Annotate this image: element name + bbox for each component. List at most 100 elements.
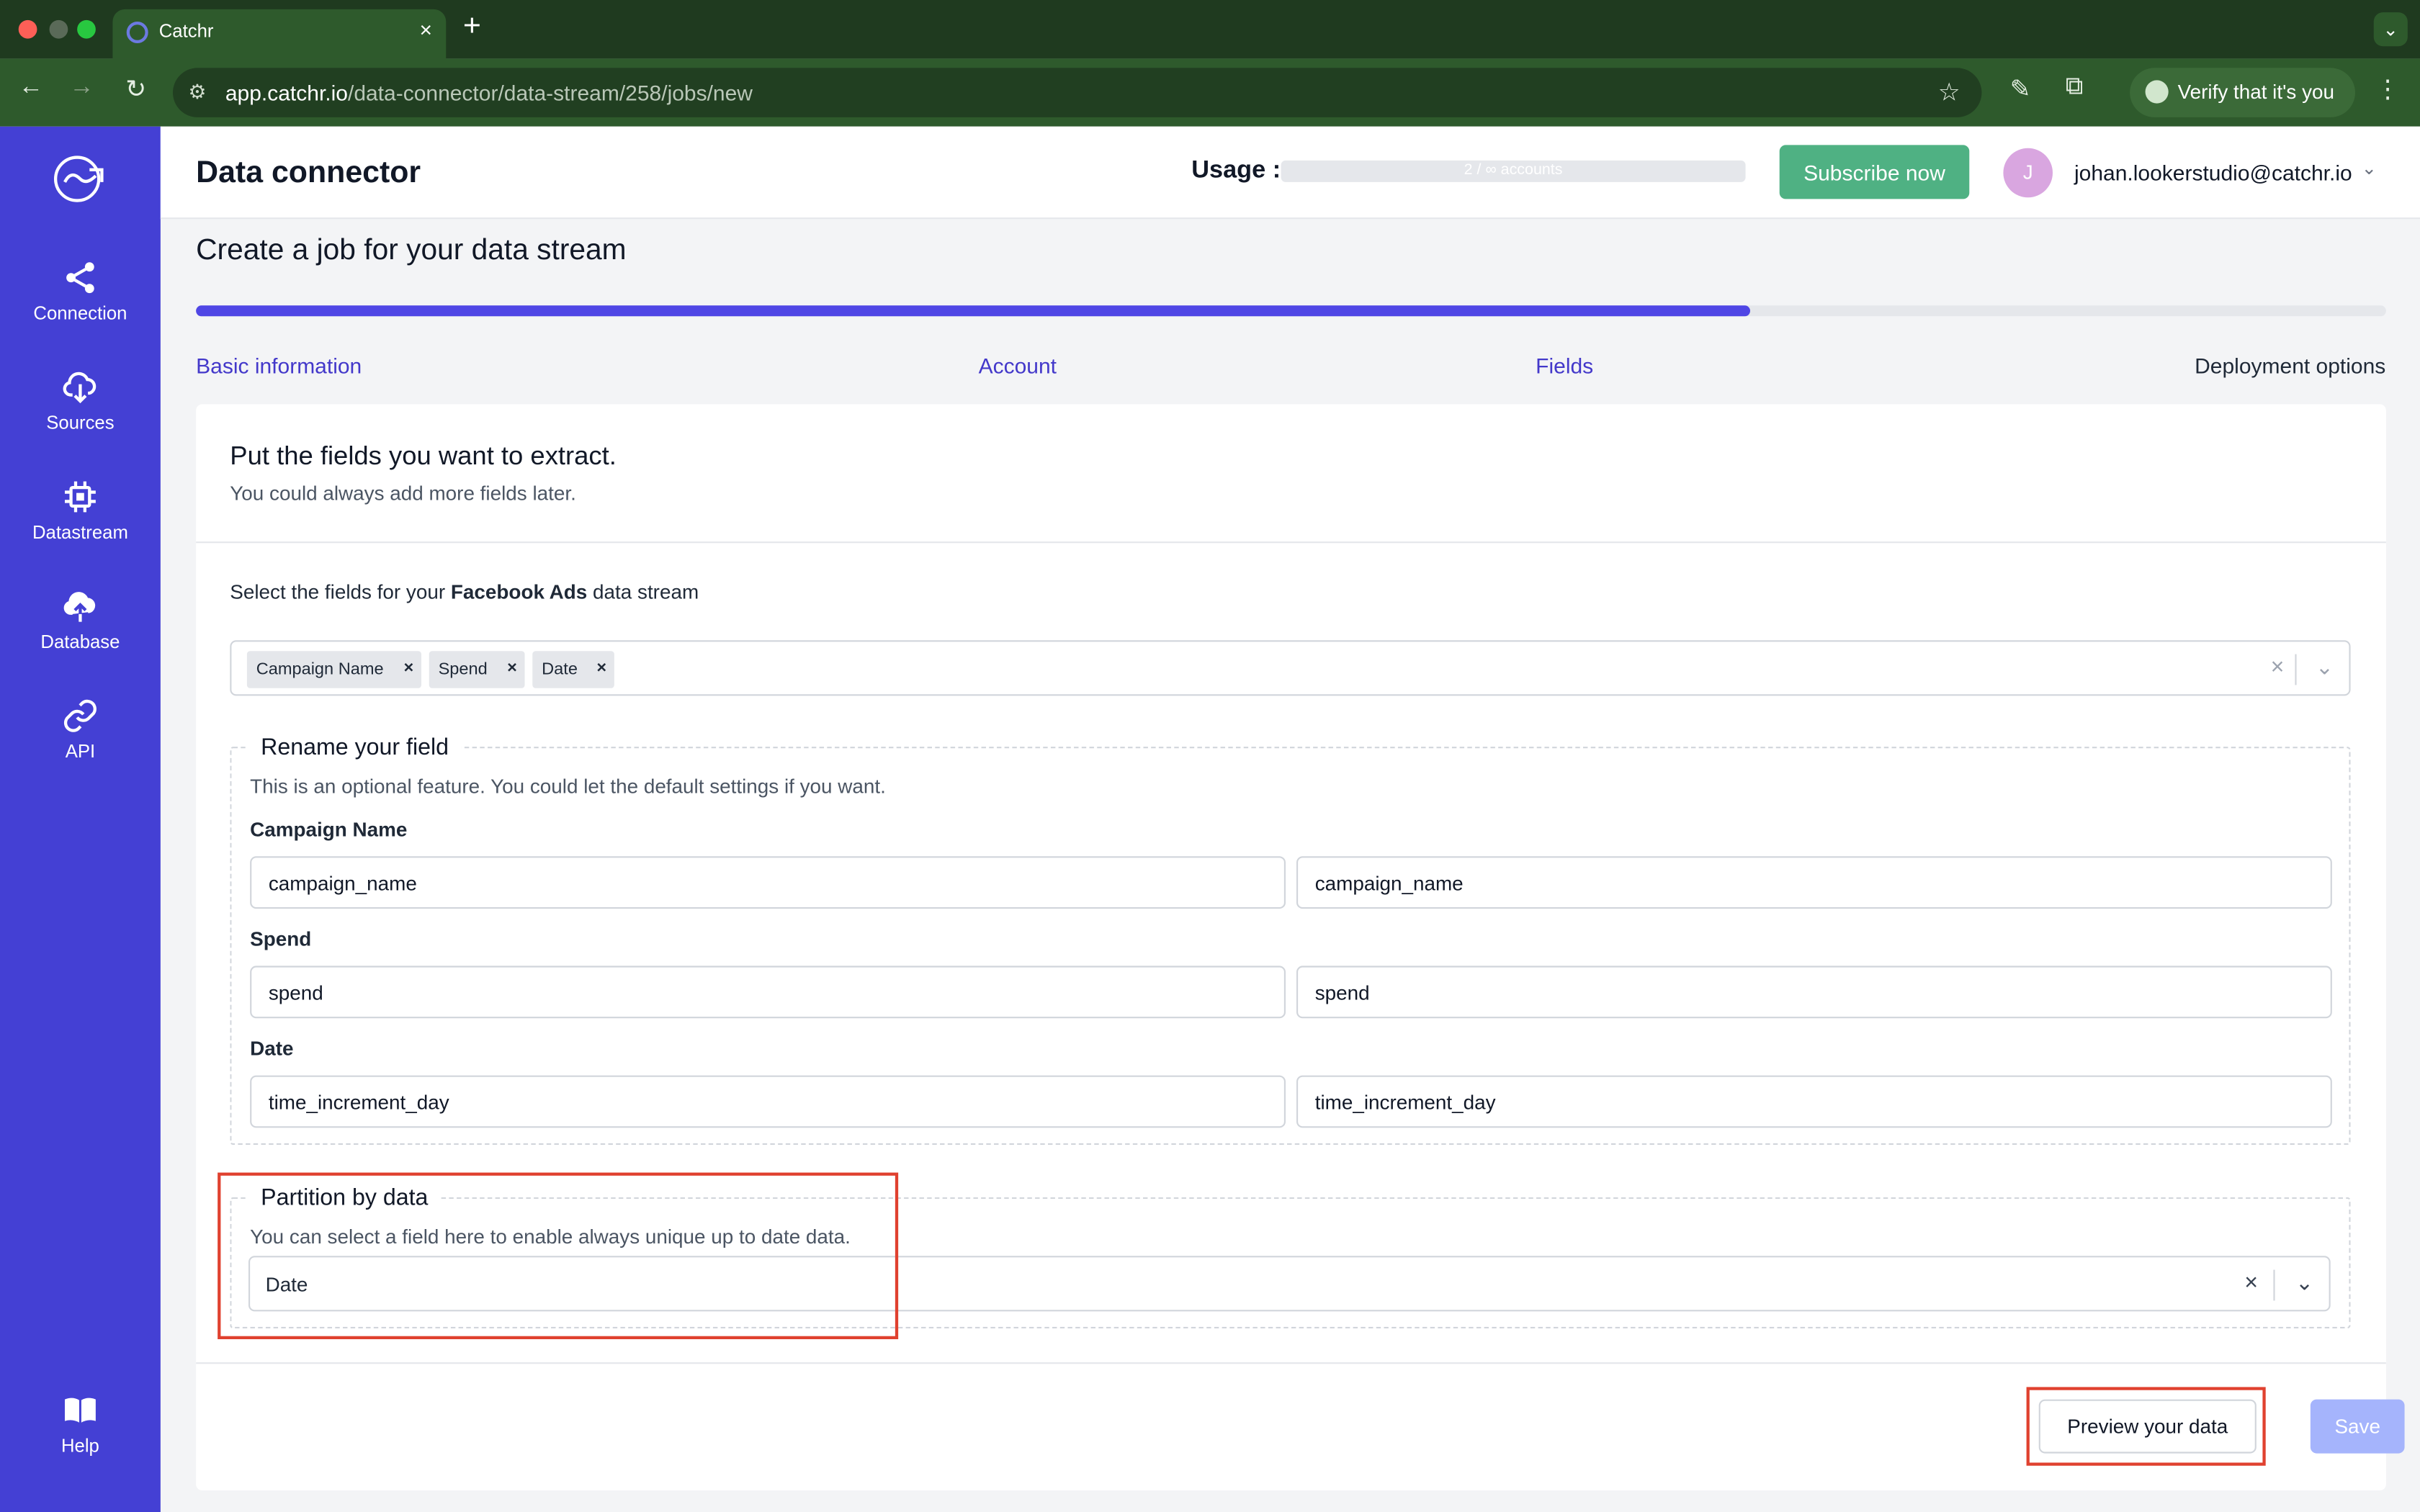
field-chip-spend: Spend ×	[429, 651, 525, 688]
original-field-input[interactable]	[250, 856, 1286, 909]
page: Catchr × + ⌄ ← → ↻ ⚙ app.catchr.io/data-…	[0, 0, 2420, 1512]
renamed-field-input[interactable]	[1296, 966, 2332, 1019]
usage-label: Usage :	[1191, 157, 1281, 184]
data-source-name: Facebook Ads	[450, 580, 588, 603]
field-chip-date: Date ×	[532, 651, 614, 688]
step-account[interactable]: Account	[979, 354, 1057, 378]
clear-selection-icon[interactable]: ×	[2244, 1270, 2258, 1296]
browser-toolbar: ← → ↻ ⚙ app.catchr.io/data-connector/dat…	[0, 58, 2420, 127]
forward-icon[interactable]: →	[65, 74, 99, 102]
sidebar: Connection Sources Datastream Database A…	[0, 126, 161, 1512]
back-icon[interactable]: ←	[14, 74, 48, 102]
sidebar-item-database[interactable]: Database	[0, 588, 161, 680]
browser-tab-strip: Catchr × + ⌄	[0, 0, 2420, 59]
profile-icon	[2145, 80, 2169, 104]
browser-menu-icon[interactable]: ⋮	[2370, 74, 2404, 105]
prompt-prefix: Select the fields for your	[230, 580, 446, 603]
url-text[interactable]: app.catchr.io/data-connector/data-stream…	[225, 80, 753, 104]
maximize-window-button[interactable]	[77, 19, 96, 39]
field-chip-campaign-name: Campaign Name ×	[246, 651, 421, 688]
clear-all-icon[interactable]: ×	[2271, 654, 2285, 680]
sidebar-item-datastream[interactable]: Datastream	[0, 478, 161, 571]
minimize-window-button[interactable]	[49, 19, 68, 39]
close-tab-icon[interactable]: ×	[419, 17, 432, 42]
save-button[interactable]: Save	[2310, 1399, 2405, 1454]
remove-chip-icon[interactable]: ×	[403, 659, 413, 678]
url-host: app.catchr.io	[225, 80, 348, 105]
chip-label: Spend	[438, 660, 488, 679]
remove-chip-icon[interactable]: ×	[507, 659, 517, 678]
card-subtitle: You could always add more fields later.	[230, 481, 576, 505]
fields-multiselect[interactable]: Campaign Name × Spend × Date × × ⌄	[230, 640, 2351, 696]
sidebar-item-label: Help	[60, 1434, 99, 1457]
field-label-date: Date	[250, 1037, 294, 1061]
chevron-down-icon[interactable]: ⌄	[2295, 1270, 2313, 1296]
address-bar[interactable]: ⚙ app.catchr.io/data-connector/data-stre…	[173, 68, 1982, 117]
cloud-download-icon	[63, 372, 97, 404]
step-fields[interactable]: Fields	[1536, 354, 1593, 378]
app-header: Data connector Usage : 2 / ∞ accounts Su…	[160, 126, 2420, 220]
step-basic-information[interactable]: Basic information	[196, 354, 362, 378]
extensions-puzzle-icon[interactable]: ⧉	[2057, 74, 2091, 102]
sidebar-item-label: Sources	[46, 412, 115, 434]
usage-progress-bar: 2 / ∞ accounts	[1281, 160, 1746, 182]
page-heading: Data connector	[196, 156, 421, 190]
sidebar-item-label: Connection	[33, 302, 127, 324]
verify-identity-button[interactable]: Verify that it's you	[2130, 68, 2355, 117]
renamed-field-input[interactable]	[1296, 1075, 2332, 1128]
sidebar-item-label: API	[65, 740, 96, 762]
subscribe-button[interactable]: Subscribe now	[1779, 145, 1970, 199]
share-icon	[66, 262, 94, 294]
renamed-field-input[interactable]	[1296, 856, 2332, 909]
link-icon	[63, 699, 97, 732]
url-path: /data-connector/data-stream/258/jobs/new	[347, 80, 753, 105]
catchr-logo-icon[interactable]	[46, 151, 114, 207]
step-progress-bar	[196, 305, 2386, 317]
prompt-suffix: data stream	[593, 580, 699, 603]
field-select-prompt: Select the fields for your Facebook Ads …	[230, 580, 699, 603]
sidebar-item-connection[interactable]: Connection	[0, 259, 161, 352]
separator	[2295, 654, 2297, 685]
sidebar-item-sources[interactable]: Sources	[0, 369, 161, 462]
divider	[196, 541, 2386, 544]
close-window-button[interactable]	[18, 19, 37, 39]
catchr-favicon-icon	[126, 22, 148, 43]
rename-fieldset: Rename your field This is an optional fe…	[230, 734, 2351, 1145]
chevron-down-icon[interactable]: ⌄	[2362, 158, 2378, 179]
separator	[2273, 1269, 2275, 1301]
avatar[interactable]: J	[2003, 148, 2053, 198]
book-icon	[65, 1398, 96, 1423]
divider	[196, 1362, 2386, 1364]
sidebar-item-help[interactable]: Help	[0, 1392, 161, 1457]
bookmark-star-icon[interactable]: ☆	[1938, 77, 1960, 108]
remove-chip-icon[interactable]: ×	[596, 659, 606, 678]
reload-icon[interactable]: ↻	[119, 74, 153, 105]
tab-title: Catchr	[158, 19, 214, 42]
sidebar-item-label: Database	[40, 631, 120, 653]
sidebar-item-label: Datastream	[32, 521, 128, 544]
step-deployment-options[interactable]: Deployment options	[2195, 354, 2385, 378]
sidebar-item-api[interactable]: API	[0, 698, 161, 791]
card-title: Put the fields you want to extract.	[230, 441, 617, 471]
chip-icon	[64, 481, 96, 513]
step-progress-fill	[196, 305, 1752, 317]
chip-label: Date	[542, 660, 578, 679]
user-email[interactable]: johan.lookerstudio@catchr.io	[2074, 161, 2352, 185]
chevron-down-icon[interactable]: ⌄	[2316, 654, 2334, 680]
browser-tab[interactable]: Catchr ×	[112, 9, 447, 59]
field-label-spend: Spend	[250, 927, 312, 950]
rename-note: This is an optional feature. You could l…	[250, 774, 886, 798]
original-field-input[interactable]	[250, 1075, 1286, 1128]
rename-legend: Rename your field	[248, 734, 462, 761]
field-label-campaign-name: Campaign Name	[250, 817, 408, 841]
new-tab-button[interactable]: +	[463, 9, 481, 45]
tab-search-chevron-icon[interactable]: ⌄	[2373, 12, 2408, 47]
usage-text: 2 / ∞ accounts	[1464, 162, 1563, 179]
original-field-input[interactable]	[250, 966, 1286, 1019]
chip-label: Campaign Name	[256, 660, 384, 679]
highlight-box	[2026, 1387, 2266, 1466]
page-title: Create a job for your data stream	[196, 234, 627, 267]
eyedropper-icon[interactable]: ✎	[2003, 74, 2037, 105]
cloud-upload-icon	[63, 592, 96, 622]
site-settings-icon[interactable]: ⚙	[188, 80, 206, 104]
